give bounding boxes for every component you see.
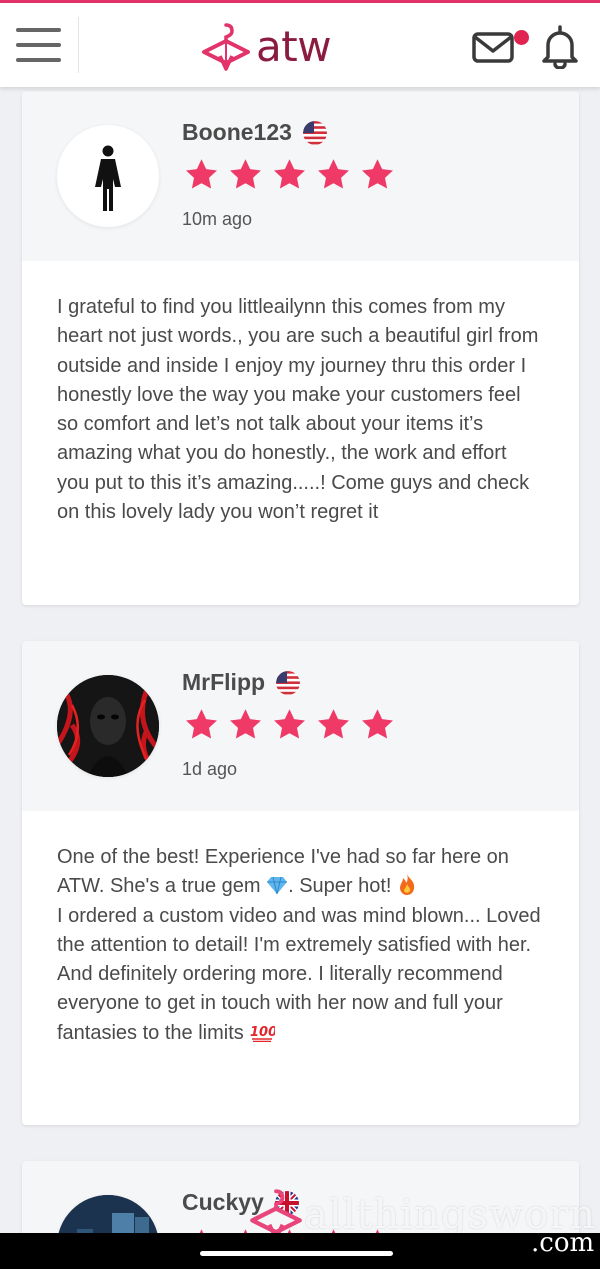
star-icon: [230, 709, 261, 739]
us-flag-icon: [302, 120, 327, 145]
mail-icon[interactable]: [471, 28, 517, 66]
review-time: 1d ago: [182, 759, 238, 779]
review-text-part: I ordered a custom video and was mind bl…: [57, 904, 541, 1044]
review-text-content: One of the best! Experience I've had so …: [57, 843, 543, 1048]
username[interactable]: Boone123: [182, 119, 292, 146]
star-icon: [318, 159, 349, 189]
logo-text: atw: [256, 22, 332, 71]
star-icon: [362, 709, 393, 739]
fire-emoji: [400, 874, 415, 896]
reviewer-row: Boone123: [182, 119, 327, 146]
system-nav-bar: [0, 1233, 600, 1269]
gem-emoji: [267, 877, 288, 895]
woman-silhouette-icon: [95, 145, 121, 211]
star-icon: [362, 159, 393, 189]
review-text: I grateful to find you littleailynn this…: [22, 261, 579, 567]
star-icon: [274, 709, 305, 739]
home-indicator[interactable]: [200, 1251, 393, 1256]
hundred-points-emoji: 100: [250, 1025, 275, 1042]
reviewer-row: MrFlipp: [182, 669, 301, 696]
review-time: 10m ago: [182, 209, 253, 229]
atw-logo[interactable]: atw: [200, 21, 332, 73]
star-icon: [230, 159, 261, 189]
rating-stars: [183, 707, 403, 743]
avatar[interactable]: [57, 125, 159, 227]
review-card: MrFlipp 1d ago One of the best! Experien: [22, 641, 579, 1125]
review-text: One of the best! Experience I've had so …: [22, 811, 579, 1088]
avatar[interactable]: [57, 675, 159, 777]
username[interactable]: MrFlipp: [182, 669, 265, 696]
star-icon: [274, 159, 305, 189]
bell-icon[interactable]: [540, 23, 580, 69]
notification-dot: [514, 30, 529, 45]
star-icon: [318, 709, 349, 739]
us-flag-icon: [276, 670, 301, 695]
watermark-suffix: .com: [531, 1228, 595, 1258]
hanger-logo-icon: [202, 23, 250, 71]
svg-text:100: 100: [250, 1025, 275, 1040]
review-text-content: I grateful to find you littleailynn this…: [57, 296, 539, 524]
rating-stars: [183, 157, 403, 193]
review-header: MrFlipp 1d ago: [22, 641, 579, 811]
star-icon: [186, 159, 217, 189]
review-text-part: . Super hot!: [288, 875, 398, 898]
review-card: Boone123 10m ago I grateful to find you: [22, 91, 579, 605]
app-header: atw: [0, 3, 600, 87]
dark-figure-avatar: [57, 675, 159, 777]
hamburger-menu-icon[interactable]: [16, 28, 62, 64]
header-divider: [78, 17, 79, 73]
review-header: Boone123 10m ago: [22, 91, 579, 261]
star-icon: [186, 709, 217, 739]
